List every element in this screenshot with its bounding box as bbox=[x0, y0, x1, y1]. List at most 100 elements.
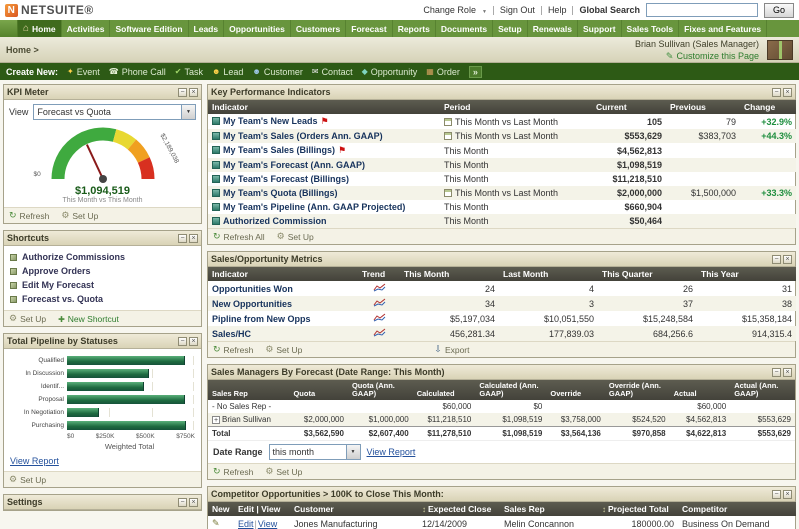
customize-page-link[interactable]: Customize this Page bbox=[666, 50, 759, 62]
minimize-button[interactable] bbox=[178, 88, 187, 97]
go-button[interactable]: Go bbox=[764, 3, 794, 18]
kpi-indicator-link[interactable]: My Team's Sales (Billings) bbox=[223, 145, 335, 155]
forecast-header[interactable]: Sales Managers By Forecast (Date Range: … bbox=[208, 365, 795, 380]
column-header[interactable]: Sales Rep bbox=[500, 502, 598, 516]
column-header[interactable]: Indicator bbox=[208, 267, 358, 281]
minimize-button[interactable] bbox=[178, 337, 187, 346]
column-header[interactable]: New bbox=[208, 502, 234, 516]
view-link[interactable]: View bbox=[254, 519, 278, 529]
refresh-link[interactable]: Refresh bbox=[213, 344, 253, 355]
view-report-link[interactable]: View Report bbox=[10, 456, 59, 466]
column-header[interactable]: Expected Close bbox=[418, 502, 500, 516]
column-header[interactable]: Edit | View bbox=[234, 502, 290, 516]
tab-forecast[interactable]: Forecast bbox=[346, 20, 392, 37]
close-button[interactable] bbox=[783, 255, 792, 264]
column-header[interactable]: Previous bbox=[666, 100, 740, 114]
kpi-indicator-link[interactable]: My Team's Sales (Orders Ann. GAAP) bbox=[223, 131, 383, 141]
view-report-link[interactable]: View Report bbox=[367, 447, 416, 457]
metrics-header[interactable]: Sales/Opportunity Metrics bbox=[208, 252, 795, 267]
create-more-button[interactable]: » bbox=[469, 66, 482, 78]
close-button[interactable] bbox=[783, 490, 792, 499]
tab-activities[interactable]: Activities bbox=[62, 20, 111, 37]
metric-indicator-link[interactable]: New Opportunities bbox=[212, 299, 292, 309]
sales-rep-link[interactable]: Brian Sullivan bbox=[222, 415, 271, 424]
netsuite-logo[interactable]: NETSUITE® bbox=[5, 3, 94, 17]
column-header[interactable]: This Year bbox=[697, 267, 796, 281]
create-order-link[interactable]: Order bbox=[426, 67, 460, 77]
minimize-button[interactable] bbox=[772, 88, 781, 97]
column-header[interactable]: Period bbox=[440, 100, 592, 114]
shortcuts-header[interactable]: Shortcuts bbox=[4, 231, 201, 246]
create-lead-link[interactable]: Lead bbox=[212, 67, 243, 77]
competitors-header[interactable]: Competitor Opportunities > 100K to Close… bbox=[208, 487, 795, 502]
setup-link[interactable]: Set Up bbox=[9, 313, 46, 324]
kpi-indicator-link[interactable]: Authorized Commission bbox=[223, 216, 327, 226]
tab-home[interactable]: Home bbox=[18, 20, 62, 37]
trend-icon[interactable] bbox=[373, 328, 386, 337]
column-header[interactable]: Trend bbox=[358, 267, 400, 281]
help-link[interactable]: Help bbox=[548, 5, 567, 15]
minimize-button[interactable] bbox=[772, 490, 781, 499]
global-search-input[interactable] bbox=[646, 3, 758, 17]
tab-fixes-and-features[interactable]: Fixes and Features bbox=[679, 20, 767, 37]
create-event-link[interactable]: Event bbox=[67, 67, 100, 77]
kpi-indicator-link[interactable]: My Team's Pipeline (Ann. GAAP Projected) bbox=[223, 202, 405, 212]
column-header[interactable]: Competitor bbox=[678, 502, 796, 516]
edit-link[interactable]: Edit bbox=[238, 519, 254, 529]
column-header[interactable]: Indicator bbox=[208, 100, 440, 114]
shortcut-link[interactable]: Approve Orders bbox=[10, 264, 195, 278]
setup-link[interactable]: Set Up bbox=[265, 466, 302, 477]
change-role-link[interactable]: Change Role bbox=[423, 5, 476, 15]
tab-support[interactable]: Support bbox=[578, 20, 622, 37]
tab-customers[interactable]: Customers bbox=[291, 20, 346, 37]
shortcut-link[interactable]: Forecast vs. Quota bbox=[10, 292, 195, 306]
kpi-header[interactable]: Key Performance Indicators bbox=[208, 85, 795, 100]
create-contact-link[interactable]: Contact bbox=[312, 67, 353, 77]
export-link[interactable]: Export bbox=[434, 344, 469, 355]
trend-icon[interactable] bbox=[373, 283, 386, 292]
column-header[interactable]: This Quarter bbox=[598, 267, 697, 281]
breadcrumb[interactable]: Home > bbox=[6, 45, 627, 55]
column-header[interactable]: Quota bbox=[289, 380, 347, 400]
kpi-indicator-link[interactable]: My Team's Forecast (Ann. GAAP) bbox=[223, 160, 365, 170]
create-task-link[interactable]: Task bbox=[175, 67, 203, 77]
expand-icon[interactable] bbox=[212, 416, 220, 424]
tab-software-edition[interactable]: Software Edition bbox=[110, 20, 188, 37]
column-header[interactable]: Change bbox=[740, 100, 796, 114]
tab-leads[interactable]: Leads bbox=[189, 20, 225, 37]
tab-sales-tools[interactable]: Sales Tools bbox=[622, 20, 680, 37]
tab-setup[interactable]: Setup bbox=[493, 20, 528, 37]
refresh-all-link[interactable]: Refresh All bbox=[213, 231, 265, 242]
column-header[interactable]: Sales Rep bbox=[208, 380, 289, 400]
column-header[interactable]: Quota (Ann. GAAP) bbox=[348, 380, 413, 400]
kpi-indicator-link[interactable]: My Team's Quota (Billings) bbox=[223, 188, 338, 198]
close-button[interactable] bbox=[189, 337, 198, 346]
setup-link[interactable]: Set Up bbox=[265, 344, 302, 355]
kpi-view-select[interactable]: Forecast vs Quota bbox=[33, 104, 196, 120]
kpi-indicator-link[interactable]: My Team's Forecast (Billings) bbox=[223, 174, 349, 184]
settings-header[interactable]: Settings bbox=[4, 495, 201, 510]
metric-indicator-link[interactable]: Pipline from New Opps bbox=[212, 314, 311, 324]
create-customer-link[interactable]: Customer bbox=[252, 67, 302, 77]
customer-link[interactable]: Jones Manufacturing bbox=[294, 519, 378, 529]
create-opportunity-link[interactable]: Opportunity bbox=[362, 67, 418, 77]
trend-icon[interactable] bbox=[373, 313, 386, 322]
column-header[interactable]: Calculated (Ann. GAAP) bbox=[475, 380, 546, 400]
column-header[interactable]: This Month bbox=[400, 267, 499, 281]
kpi-meter-header[interactable]: KPI Meter bbox=[4, 85, 201, 100]
column-header[interactable]: Last Month bbox=[499, 267, 598, 281]
minimize-button[interactable] bbox=[772, 255, 781, 264]
pipeline-header[interactable]: Total Pipeline by Statuses bbox=[4, 334, 201, 349]
shortcut-link[interactable]: Authorize Commissions bbox=[10, 250, 195, 264]
minimize-button[interactable] bbox=[178, 498, 187, 507]
column-header[interactable]: Projected Total bbox=[598, 502, 678, 516]
setup-link[interactable]: Set Up bbox=[277, 231, 314, 242]
tab-opportunities[interactable]: Opportunities bbox=[224, 20, 291, 37]
close-button[interactable] bbox=[783, 368, 792, 377]
minimize-button[interactable] bbox=[178, 234, 187, 243]
column-header[interactable]: Actual bbox=[670, 380, 731, 400]
close-button[interactable] bbox=[783, 88, 792, 97]
minimize-button[interactable] bbox=[772, 368, 781, 377]
metric-indicator-link[interactable]: Opportunities Won bbox=[212, 284, 293, 294]
tab-renewals[interactable]: Renewals bbox=[528, 20, 578, 37]
